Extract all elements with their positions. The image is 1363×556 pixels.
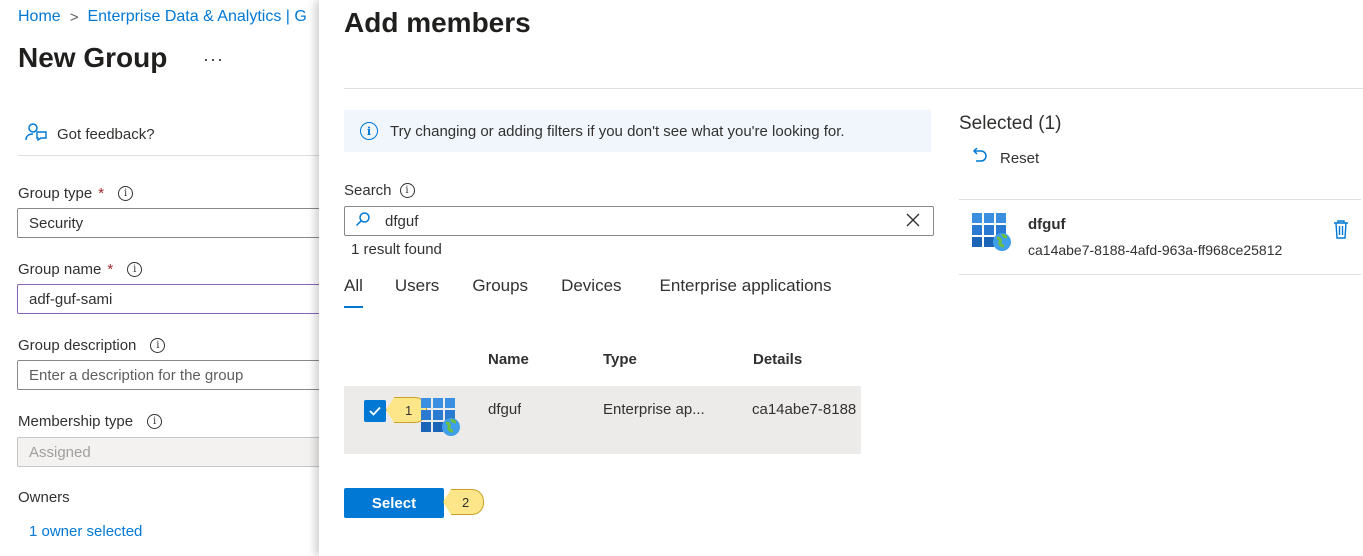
divider (344, 88, 1363, 89)
membership-type-label-text: Membership type (18, 413, 134, 430)
search-input[interactable]: dfguf (344, 206, 934, 236)
column-header-details[interactable]: Details (753, 351, 802, 368)
group-description-label-text: Group description (18, 337, 137, 354)
row-name: dfguf (488, 401, 522, 418)
selected-item-name: dfguf (1028, 216, 1066, 233)
info-icon[interactable]: i (399, 183, 415, 198)
info-message-bar: i Try changing or adding filters if you … (344, 110, 931, 152)
search-icon (355, 211, 371, 232)
row-type: Enterprise ap... (603, 401, 705, 418)
page-title: New Group (18, 42, 168, 73)
callout-2: 2 (443, 489, 485, 515)
add-members-panel: Add members i Try changing or adding fil… (319, 0, 1363, 556)
row-details: ca14abe7-8188 (752, 401, 857, 418)
feedback-button[interactable]: Got feedback? (25, 122, 155, 146)
result-count: 1 result found (351, 241, 442, 258)
more-options-button[interactable]: ··· (203, 49, 224, 70)
breadcrumb-separator: > (69, 8, 79, 26)
breadcrumb-current[interactable]: Enterprise Data & Analytics | G (87, 8, 306, 26)
enterprise-app-icon (419, 396, 463, 443)
group-type-label-text: Group type (18, 185, 93, 202)
group-name-input[interactable]: adf-guf-sami (17, 284, 337, 314)
required-mark: * (98, 185, 105, 202)
selected-item-id: ca14abe7-8188-4afd-963a-ff968ce25812 (1028, 242, 1283, 258)
reset-label: Reset (1000, 149, 1040, 167)
trash-icon[interactable] (1333, 219, 1349, 244)
group-description-input[interactable]: Enter a description for the group (17, 360, 337, 390)
divider (959, 199, 1361, 200)
breadcrumb-home[interactable]: Home (18, 8, 61, 26)
column-header-type[interactable]: Type (603, 351, 637, 368)
info-icon[interactable]: i (127, 262, 143, 277)
table-row[interactable]: 1 dfguf Enterprise ap... ca14abe7-8188 (344, 386, 861, 454)
tab-enterprise-applications[interactable]: Enterprise applications (660, 276, 832, 308)
membership-type-select: Assigned (17, 437, 337, 467)
info-icon[interactable]: i (118, 186, 134, 201)
owners-link[interactable]: 1 owner selected (29, 523, 142, 540)
group-type-select[interactable]: Security (17, 208, 337, 238)
required-mark: * (107, 261, 114, 278)
tab-devices[interactable]: Devices (561, 276, 621, 308)
search-value: dfguf (385, 212, 419, 230)
info-message-text: Try changing or adding filters if you do… (390, 122, 845, 140)
row-checkbox[interactable] (364, 400, 386, 422)
reset-button[interactable]: Reset (970, 147, 1039, 169)
tab-groups[interactable]: Groups (472, 276, 528, 308)
column-header-name[interactable]: Name (488, 351, 529, 368)
select-button[interactable]: Select (344, 488, 444, 518)
group-description-label: Group description i (18, 337, 166, 354)
tab-all[interactable]: All (344, 276, 363, 308)
selected-title: Selected (1) (959, 113, 1062, 134)
breadcrumb: Home > Enterprise Data & Analytics | G (18, 8, 307, 26)
clear-search-icon[interactable] (905, 212, 921, 233)
membership-type-label: Membership type i (18, 413, 163, 430)
owners-label: Owners (18, 489, 70, 506)
group-name-label-text: Group name (18, 261, 102, 278)
enterprise-app-icon (970, 211, 1014, 258)
tab-users[interactable]: Users (395, 276, 439, 308)
info-icon: i (360, 122, 378, 140)
panel-title: Add members (344, 7, 531, 38)
info-icon[interactable]: i (150, 338, 166, 353)
info-icon[interactable]: i (147, 414, 163, 429)
search-label: Search i (344, 182, 415, 199)
background-page: Home > Enterprise Data & Analytics | G N… (0, 0, 338, 556)
divider (959, 274, 1361, 275)
undo-icon (970, 147, 988, 169)
group-type-label: Group type * i (18, 185, 134, 202)
divider (18, 155, 338, 156)
group-name-label: Group name * i (18, 261, 143, 278)
feedback-icon (25, 122, 47, 146)
search-label-text: Search (344, 182, 392, 199)
feedback-label: Got feedback? (57, 125, 155, 143)
filter-tabs: All Users Groups Devices Enterprise appl… (344, 276, 832, 308)
